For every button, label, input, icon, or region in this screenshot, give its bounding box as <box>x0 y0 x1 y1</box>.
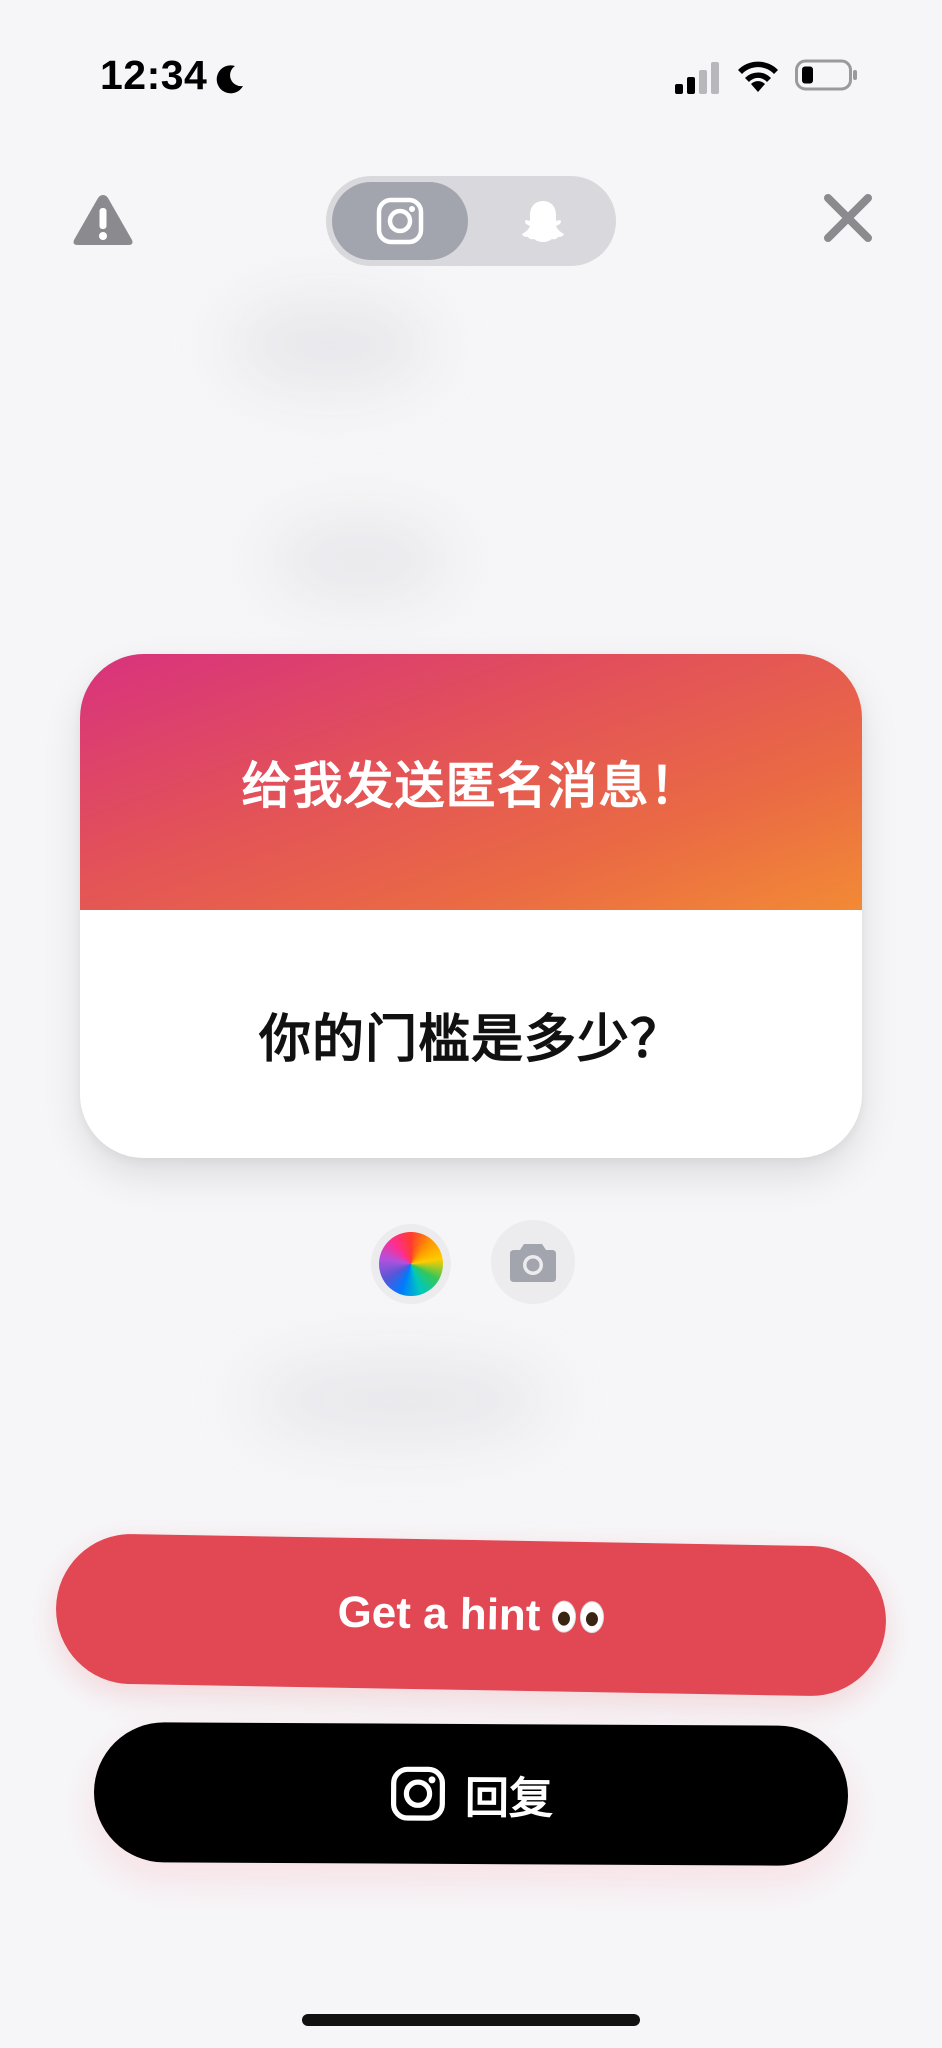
wifi-icon <box>738 61 778 92</box>
card-title: 给我发送匿名消息！ <box>241 758 701 814</box>
camera-icon <box>510 1244 556 1282</box>
warning-triangle-icon[interactable] <box>72 192 134 248</box>
hint-button-label: Get a hint <box>337 1587 541 1641</box>
camera-button[interactable] <box>491 1220 575 1304</box>
card-question: 你的门槛是多少？ <box>258 1010 683 1069</box>
platform-switcher <box>326 176 616 266</box>
home-indicator[interactable] <box>302 2014 640 2026</box>
background-blur <box>250 1360 550 1440</box>
color-picker-button[interactable] <box>371 1224 451 1304</box>
background-blur <box>230 300 430 390</box>
eyes-emoji-icon <box>552 1600 605 1634</box>
hint-button-content: Get a hint <box>337 1588 605 1643</box>
card-body: 你的门槛是多少？ <box>80 910 862 1158</box>
color-wheel-icon <box>379 1232 443 1296</box>
battery-icon <box>795 59 857 91</box>
reply-button[interactable]: 回复 <box>93 1722 849 1866</box>
background-blur <box>270 520 450 600</box>
instagram-icon <box>376 197 424 245</box>
get-hint-button[interactable]: Get a hint <box>54 1532 888 1698</box>
cellular-signal-icon <box>675 62 719 94</box>
platform-tab-snapchat[interactable] <box>476 182 610 260</box>
instagram-icon <box>390 1766 446 1821</box>
snapchat-ghost-icon <box>522 201 564 242</box>
question-card: 给我发送匿名消息！ 你的门槛是多少？ <box>80 654 862 1158</box>
reply-button-label: 回复 <box>464 1773 554 1824</box>
platform-tab-instagram[interactable] <box>332 182 468 260</box>
moon-icon <box>216 65 243 94</box>
close-icon[interactable] <box>822 192 874 244</box>
status-time: 12:34 <box>100 52 208 98</box>
card-header: 给我发送匿名消息！ <box>80 654 862 910</box>
